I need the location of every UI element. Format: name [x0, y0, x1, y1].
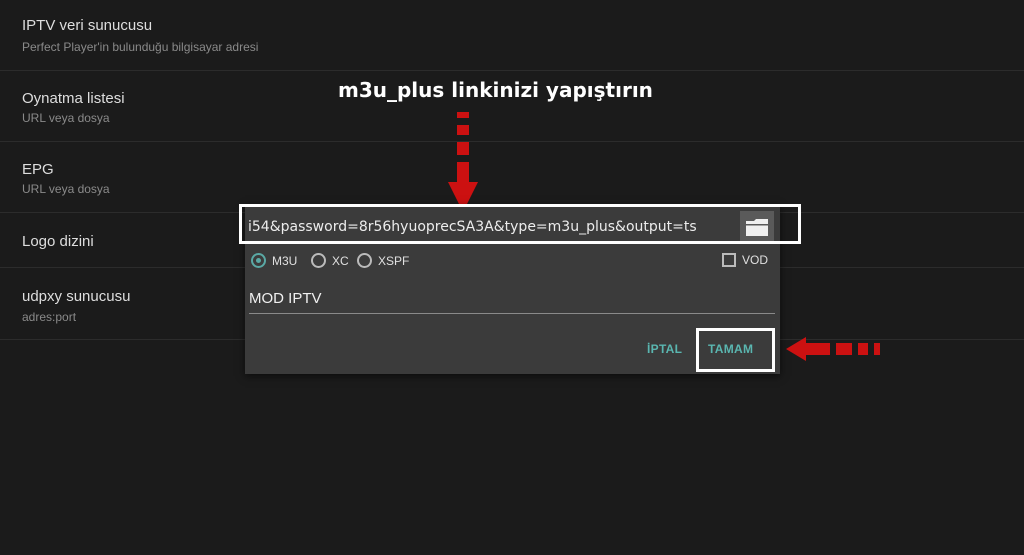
radio-xc[interactable]: XC [311, 253, 349, 268]
browse-folder-button[interactable] [740, 211, 774, 243]
radio-label: XSPF [378, 253, 410, 268]
setting-title: Logo dizini [22, 233, 94, 250]
setting-subtitle: URL veya dosya [22, 111, 110, 125]
setting-iptv-server[interactable]: IPTV veri sunucusu Perfect Player'in bul… [0, 0, 1024, 71]
setting-title: IPTV veri sunucusu [22, 17, 153, 34]
radio-unselected-icon [311, 253, 326, 268]
setting-title: Oynatma listesi [22, 90, 125, 107]
url-row: i54&password=8r56hyuoprecSA3A&type=m3u_p… [248, 211, 778, 246]
vod-label: VOD [741, 253, 768, 267]
setting-title: EPG [22, 161, 54, 178]
checkbox-icon [721, 253, 736, 267]
radio-unselected-icon [357, 253, 372, 268]
playlist-url-input[interactable]: i54&password=8r56hyuoprecSA3A&type=m3u_p… [248, 212, 734, 244]
radio-label: M3U [272, 253, 298, 268]
radio-selected-icon [251, 253, 266, 268]
instruction-text: m3u_plus linkinizi yapıştırın [338, 78, 653, 102]
setting-subtitle: Perfect Player'in bulunduğu bilgisayar a… [22, 40, 259, 54]
setting-title: udpxy sunucusu [22, 288, 131, 305]
radio-m3u[interactable]: M3U [251, 253, 297, 268]
arrow-down-icon [448, 112, 478, 212]
radio-xspf[interactable]: XSPF [357, 253, 409, 268]
playlist-dialog: i54&password=8r56hyuoprecSA3A&type=m3u_p… [245, 205, 780, 374]
setting-epg[interactable]: EPG URL veya dosya [0, 142, 1024, 213]
ok-button[interactable]: TAMAM [708, 342, 753, 356]
setting-subtitle: URL veya dosya [22, 182, 110, 196]
cancel-button[interactable]: İPTAL [647, 342, 682, 356]
playlist-name-input[interactable]: MOD IPTV [249, 287, 775, 314]
folder-icon [746, 218, 768, 236]
radio-label: XC [332, 253, 349, 268]
arrow-left-icon [786, 337, 880, 361]
setting-subtitle: adres:port [22, 310, 77, 324]
vod-checkbox[interactable]: VOD [721, 253, 768, 267]
format-radio-group: M3U XC XSPF VOD [251, 253, 776, 275]
